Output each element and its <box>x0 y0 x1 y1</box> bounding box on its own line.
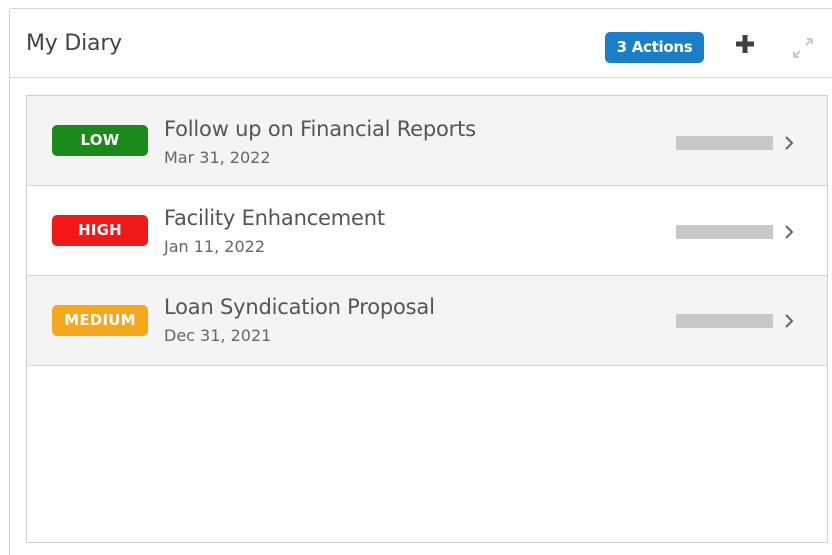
list-item[interactable]: MEDIUM Loan Syndication Proposal Dec 31,… <box>27 276 827 366</box>
add-button[interactable] <box>733 32 757 56</box>
list-item[interactable]: HIGH Facility Enhancement Jan 11, 2022 <box>27 186 827 276</box>
diary-list: LOW Follow up on Financial Reports Mar 3… <box>26 95 828 543</box>
expand-button[interactable] <box>791 36 815 60</box>
item-title: Follow up on Financial Reports <box>164 117 476 141</box>
my-diary-widget: My Diary 3 Actions LOW Follow up on Fina… <box>9 8 832 555</box>
progress-bar <box>676 136 773 150</box>
plus-icon <box>736 35 754 53</box>
actions-count-button[interactable]: 3 Actions <box>605 32 704 63</box>
item-title: Loan Syndication Proposal <box>164 295 435 319</box>
priority-badge-high: HIGH <box>52 215 148 246</box>
progress-bar <box>676 314 773 328</box>
item-date: Dec 31, 2021 <box>164 326 272 345</box>
priority-badge-low: LOW <box>52 125 148 156</box>
progress-bar <box>676 225 773 239</box>
item-date: Mar 31, 2022 <box>164 148 271 167</box>
item-date: Jan 11, 2022 <box>164 237 265 256</box>
item-title: Facility Enhancement <box>164 206 385 230</box>
chevron-right-icon[interactable] <box>782 311 796 331</box>
widget-header: My Diary 3 Actions <box>10 9 832 78</box>
widget-title: My Diary <box>26 31 122 56</box>
expand-icon <box>793 38 813 58</box>
chevron-right-icon[interactable] <box>782 133 796 153</box>
list-item[interactable]: LOW Follow up on Financial Reports Mar 3… <box>27 96 827 186</box>
priority-badge-medium: MEDIUM <box>52 305 148 336</box>
chevron-right-icon[interactable] <box>782 222 796 242</box>
